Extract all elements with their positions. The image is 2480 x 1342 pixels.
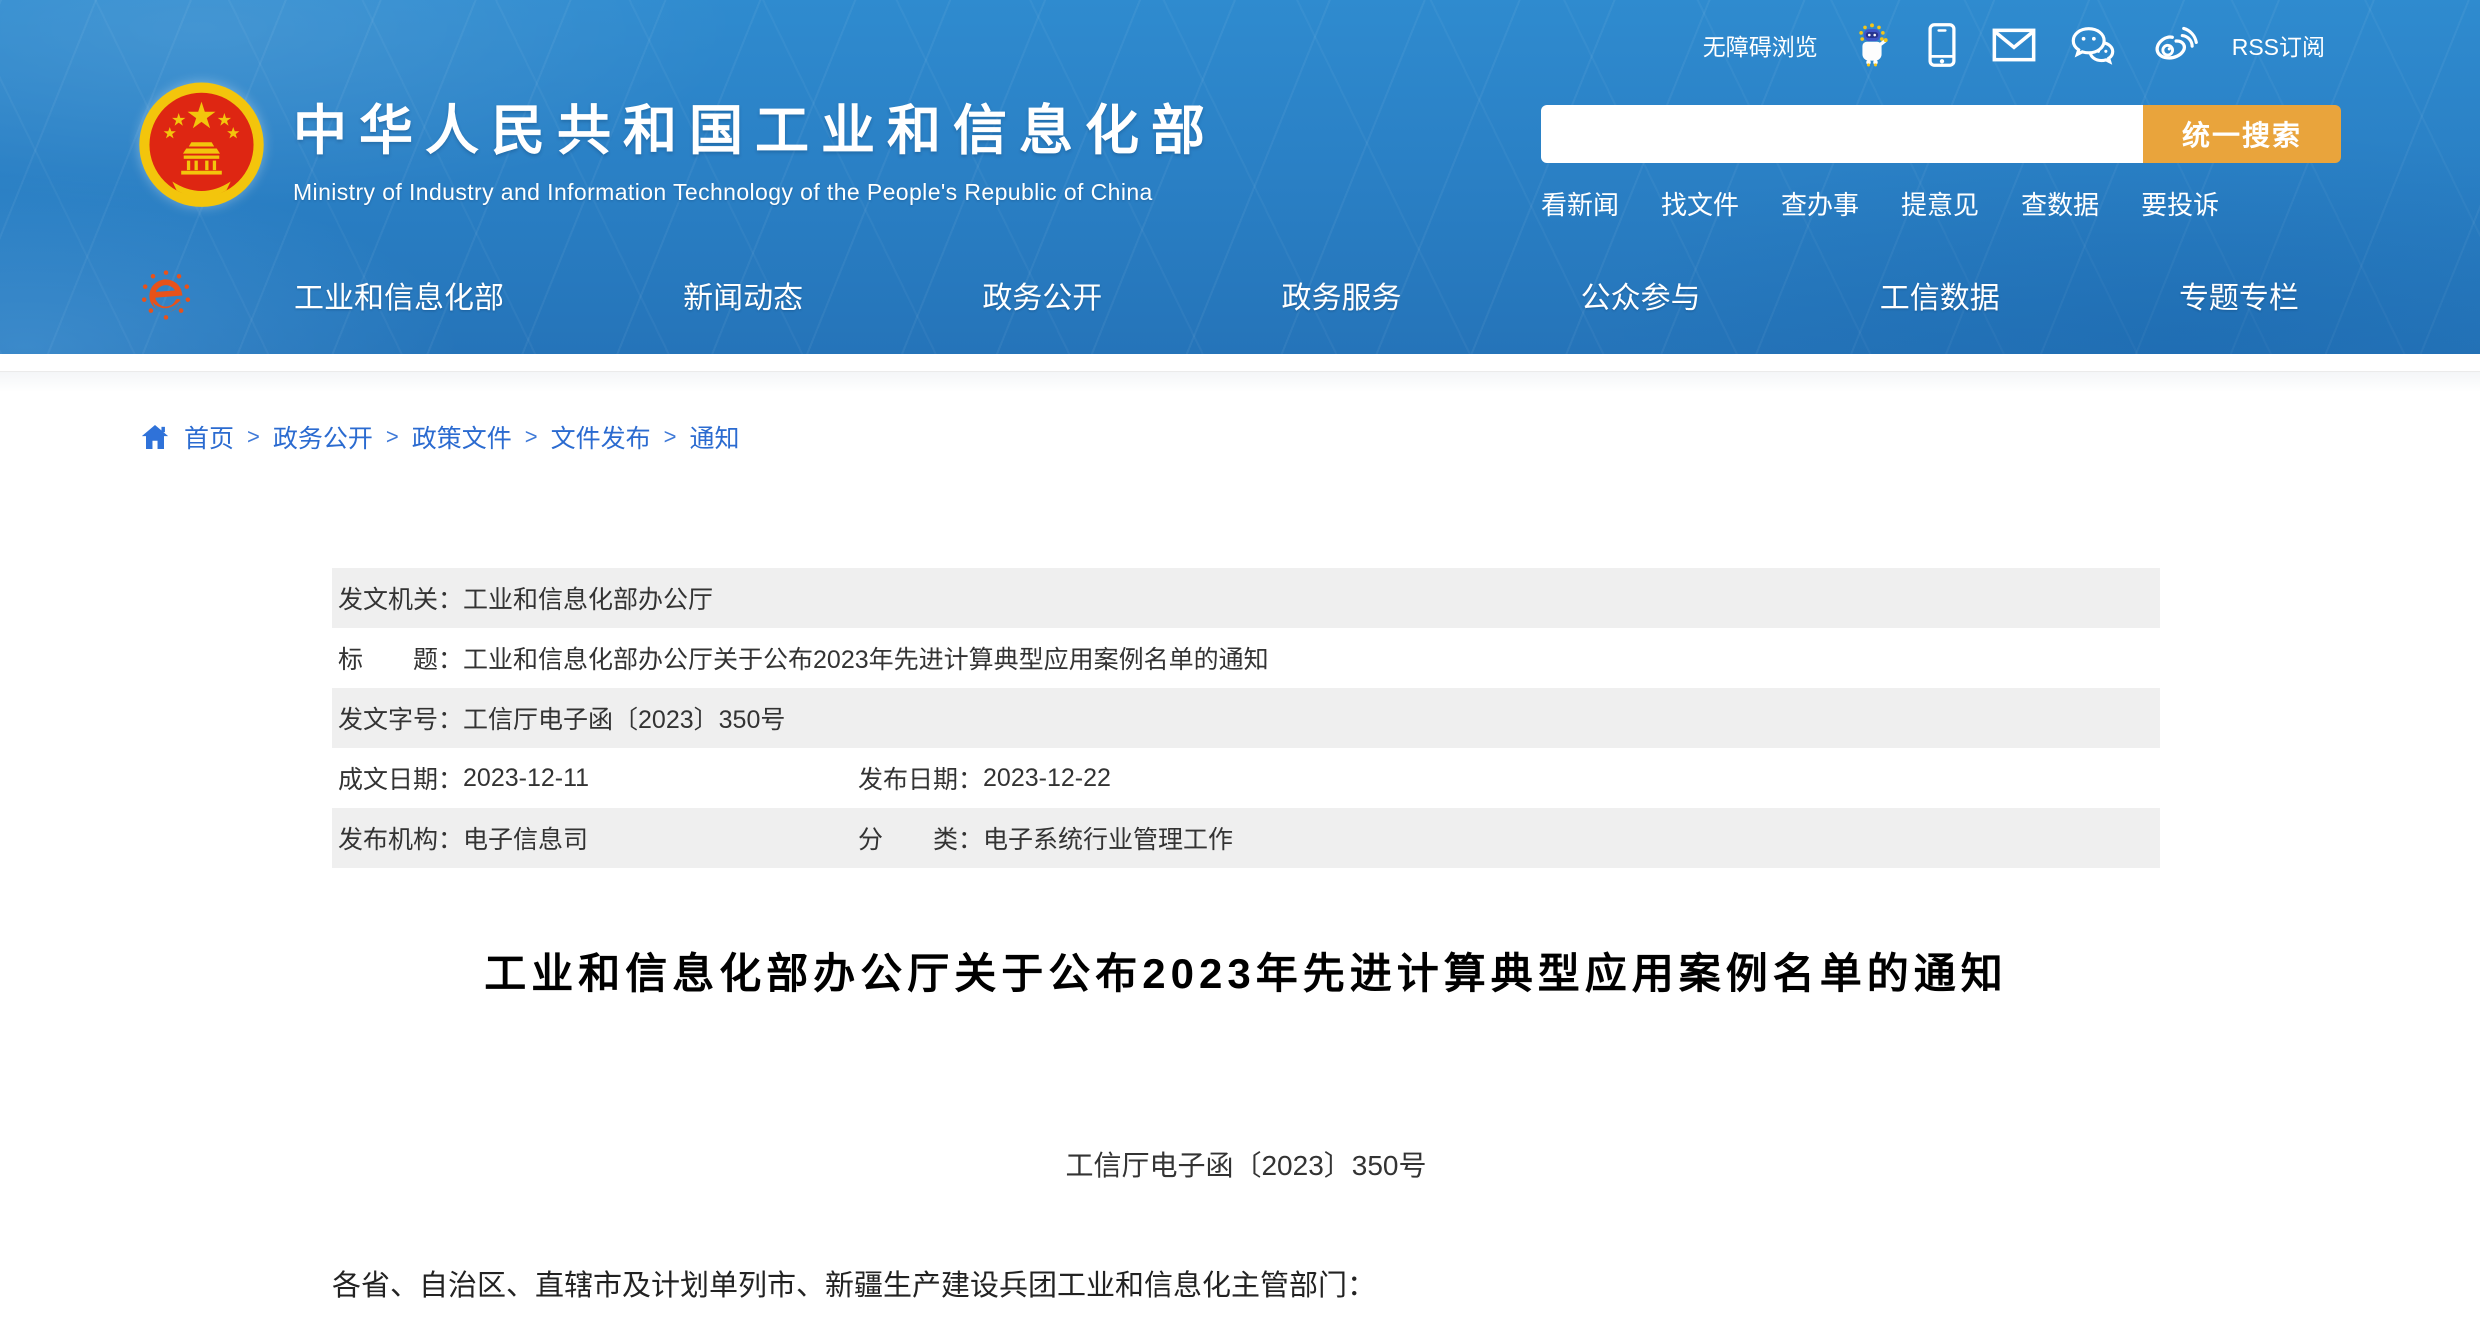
meta-value: 2023-12-22	[983, 764, 1111, 793]
meta-value: 工业和信息化部办公厅	[463, 580, 713, 616]
document-content: 发文机关： 工业和信息化部办公厅 标 题： 工业和信息化部办公厅关于公布2023…	[332, 568, 2160, 1306]
nav-items: 工业和信息化部 新闻动态 政务公开 政务服务 公众参与 工信数据 专题专栏	[294, 273, 2299, 317]
main-nav: 工业和信息化部 新闻动态 政务公开 政务服务 公众参与 工信数据 专题专栏	[140, 240, 2299, 350]
search-input[interactable]	[1541, 105, 2143, 163]
meta-row-title: 标 题： 工业和信息化部办公厅关于公布2023年先进计算典型应用案例名单的通知	[332, 628, 2160, 688]
meta-row-issuing-agency: 发文机关： 工业和信息化部办公厅	[332, 568, 2160, 628]
meta-label: 标 题：	[338, 640, 463, 676]
quick-link-files[interactable]: 找文件	[1661, 185, 1739, 222]
brand-text: 中华人民共和国工业和信息化部 Ministry of Industry and …	[293, 80, 1217, 206]
nav-item-public-participation[interactable]: 公众参与	[1581, 273, 1701, 317]
search-area: 统一搜索 看新闻 找文件 查办事 提意见 查数据 要投诉	[1541, 105, 2341, 222]
document-title: 工业和信息化部办公厅关于公布2023年先进计算典型应用案例名单的通知	[332, 946, 2160, 1002]
nav-item-news[interactable]: 新闻动态	[683, 273, 803, 317]
document-number: 工信厅电子函〔2023〕350号	[332, 1148, 2160, 1184]
meta-row-doc-number: 发文字号： 工信厅电子函〔2023〕350号	[332, 688, 2160, 748]
meta-value: 工信厅电子函〔2023〕350号	[463, 700, 785, 736]
breadcrumb-policy-files[interactable]: 政策文件	[412, 419, 512, 455]
meta-label: 发文字号：	[338, 700, 463, 736]
document-salutation: 各省、自治区、直辖市及计划单列市、新疆生产建设兵团工业和信息化主管部门：	[332, 1266, 2160, 1306]
breadcrumb-file-release[interactable]: 文件发布	[551, 419, 651, 455]
national-emblem-icon	[138, 80, 265, 212]
breadcrumb: 首页 > 政务公开 > 政策文件 > 文件发布 > 通知	[0, 416, 2480, 458]
unified-search-button[interactable]: 统一搜索	[2143, 105, 2341, 163]
utility-bar: 无障碍浏览	[1703, 22, 2325, 68]
nav-item-miit-data[interactable]: 工信数据	[1880, 273, 2000, 317]
meta-label: 分 类：	[858, 820, 983, 856]
meta-label: 发文机关：	[338, 580, 463, 616]
meta-label: 发布日期：	[858, 760, 983, 796]
breadcrumb-separator: >	[664, 424, 677, 450]
quick-link-services[interactable]: 查办事	[1781, 185, 1859, 222]
wechat-icon[interactable]	[2070, 25, 2116, 65]
breadcrumb-separator: >	[247, 424, 260, 450]
meta-value: 电子信息司	[463, 820, 588, 856]
site-header: 无障碍浏览	[0, 0, 2480, 354]
document-meta-table: 发文机关： 工业和信息化部办公厅 标 题： 工业和信息化部办公厅关于公布2023…	[332, 568, 2160, 868]
nav-item-gov-disclosure[interactable]: 政务公开	[982, 273, 1102, 317]
miit-gov-page: 无障碍浏览	[0, 0, 2480, 1342]
site-title-en: Ministry of Industry and Information Tec…	[293, 179, 1217, 206]
breadcrumb-notice[interactable]: 通知	[690, 419, 740, 455]
quick-links: 看新闻 找文件 查办事 提意见 查数据 要投诉	[1541, 185, 2341, 222]
home-icon[interactable]	[140, 422, 170, 452]
site-brand-link[interactable]: 中华人民共和国工业和信息化部 Ministry of Industry and …	[138, 80, 1217, 212]
site-title-cn: 中华人民共和国工业和信息化部	[293, 86, 1217, 165]
quick-link-data[interactable]: 查数据	[2021, 185, 2099, 222]
meta-row-dates: 成文日期： 2023-12-11 发布日期： 2023-12-22	[332, 748, 2160, 808]
rss-link[interactable]: RSS订阅	[2232, 28, 2325, 62]
breadcrumb-gov-disclosure[interactable]: 政务公开	[273, 419, 373, 455]
meta-value: 电子系统行业管理工作	[983, 820, 1233, 856]
miit-e-logo-icon	[140, 269, 192, 321]
mobile-icon[interactable]	[1926, 22, 1958, 68]
nav-item-gov-services[interactable]: 政务服务	[1281, 273, 1401, 317]
header-divider	[0, 354, 2480, 392]
breadcrumb-separator: >	[386, 424, 399, 450]
nav-item-miit[interactable]: 工业和信息化部	[294, 273, 504, 317]
meta-value: 2023-12-11	[463, 764, 589, 793]
breadcrumb-home[interactable]: 首页	[184, 419, 234, 455]
ai-robot-icon[interactable]	[1852, 23, 1892, 67]
meta-label: 成文日期：	[338, 760, 463, 796]
quick-link-complaint[interactable]: 要投诉	[2141, 185, 2219, 222]
meta-row-publisher-category: 发布机构： 电子信息司 分 类： 电子系统行业管理工作	[332, 808, 2160, 868]
mail-icon[interactable]	[1992, 27, 2036, 63]
meta-label: 发布机构：	[338, 820, 463, 856]
breadcrumb-separator: >	[525, 424, 538, 450]
quick-link-news[interactable]: 看新闻	[1541, 185, 1619, 222]
quick-link-feedback[interactable]: 提意见	[1901, 185, 1979, 222]
nav-item-special-topics[interactable]: 专题专栏	[2179, 273, 2299, 317]
accessibility-link[interactable]: 无障碍浏览	[1703, 28, 1818, 62]
weibo-icon[interactable]	[2150, 25, 2198, 65]
meta-value: 工业和信息化部办公厅关于公布2023年先进计算典型应用案例名单的通知	[463, 640, 1269, 676]
